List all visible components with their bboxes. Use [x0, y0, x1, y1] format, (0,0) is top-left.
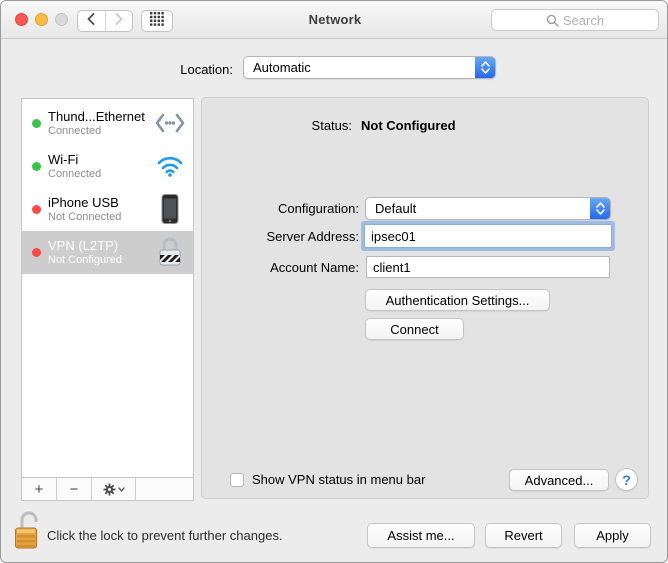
status-value: Not Configured	[361, 118, 456, 133]
authentication-settings-button[interactable]: Authentication Settings...	[365, 289, 550, 311]
server-address-input[interactable]	[364, 224, 612, 248]
service-name: Wi-Fi	[48, 152, 78, 167]
service-options-button[interactable]	[92, 478, 136, 500]
revert-button[interactable]: Revert	[485, 523, 562, 548]
gear-icon	[103, 483, 116, 496]
search-icon	[546, 14, 559, 27]
sidebar-item-wifi[interactable]: Wi-Fi Connected	[22, 145, 193, 188]
vpn-lock-icon	[155, 237, 185, 267]
search-input[interactable]: Search	[491, 9, 659, 31]
apply-button[interactable]: Apply	[574, 523, 651, 548]
sidebar-actions-bar: + −	[22, 477, 193, 500]
service-name: VPN (L2TP)	[48, 238, 118, 253]
advanced-button[interactable]: Advanced...	[509, 469, 609, 491]
button-label: Connect	[390, 322, 438, 337]
button-label: Assist me...	[387, 528, 454, 543]
service-status: Not Connected	[48, 211, 121, 223]
configuration-value: Default	[366, 201, 590, 216]
status-dot-green	[32, 119, 41, 128]
service-status: Not Configured	[48, 254, 122, 266]
status-label: Status:	[202, 118, 352, 133]
button-label: Revert	[504, 528, 542, 543]
status-dot-red	[32, 248, 41, 257]
question-mark-icon: ?	[622, 472, 631, 488]
connect-button[interactable]: Connect	[365, 318, 464, 340]
titlebar: Network Search	[1, 1, 668, 39]
button-label: Advanced...	[525, 473, 594, 488]
iphone-icon	[155, 194, 185, 224]
chevron-down-icon	[118, 487, 125, 492]
show-vpn-status-label: Show VPN status in menu bar	[252, 472, 425, 487]
show-vpn-status-checkbox[interactable]	[230, 473, 244, 487]
unlock-icon[interactable]	[14, 510, 44, 555]
account-name-input[interactable]	[366, 256, 610, 278]
wifi-icon	[155, 151, 185, 181]
button-label: Apply	[596, 528, 629, 543]
service-status: Connected	[48, 125, 101, 137]
configuration-select[interactable]: Default	[365, 197, 611, 220]
assist-me-button[interactable]: Assist me...	[367, 523, 475, 548]
add-service-button[interactable]: +	[22, 478, 57, 500]
service-status: Connected	[48, 168, 101, 180]
location-select[interactable]: Automatic	[243, 56, 496, 79]
search-placeholder: Search	[563, 13, 604, 28]
minus-icon: −	[70, 481, 79, 498]
server-address-label: Server Address:	[202, 229, 359, 244]
location-value: Automatic	[244, 60, 475, 75]
account-name-label: Account Name:	[202, 260, 359, 275]
service-name: Thund...Ethernet	[48, 109, 145, 124]
button-label: Authentication Settings...	[386, 293, 530, 308]
lock-hint-text: Click the lock to prevent further change…	[47, 528, 283, 543]
stepper-icon	[475, 57, 495, 78]
service-name: iPhone USB	[48, 195, 119, 210]
stepper-icon	[590, 198, 610, 219]
help-button[interactable]: ?	[615, 468, 638, 491]
plus-icon: +	[35, 481, 44, 498]
detail-pane: Status: Not Configured Configuration: De…	[201, 97, 649, 499]
services-sidebar: Thund...Ethernet Connected Wi-Fi Connect…	[21, 98, 194, 501]
sidebar-item-iphone-usb[interactable]: iPhone USB Not Connected	[22, 188, 193, 231]
sidebar-item-vpn-l2tp[interactable]: VPN (L2TP) Not Configured	[22, 231, 193, 274]
status-dot-red	[32, 205, 41, 214]
location-label: Location:	[1, 62, 233, 77]
sidebar-item-thunderbolt-ethernet[interactable]: Thund...Ethernet Connected	[22, 102, 193, 145]
status-dot-green	[32, 162, 41, 171]
remove-service-button[interactable]: −	[57, 478, 92, 500]
ethernet-icon	[155, 108, 185, 138]
network-preferences-window: Network Search Location: Automatic Thund…	[0, 0, 668, 563]
configuration-label: Configuration:	[202, 201, 359, 216]
